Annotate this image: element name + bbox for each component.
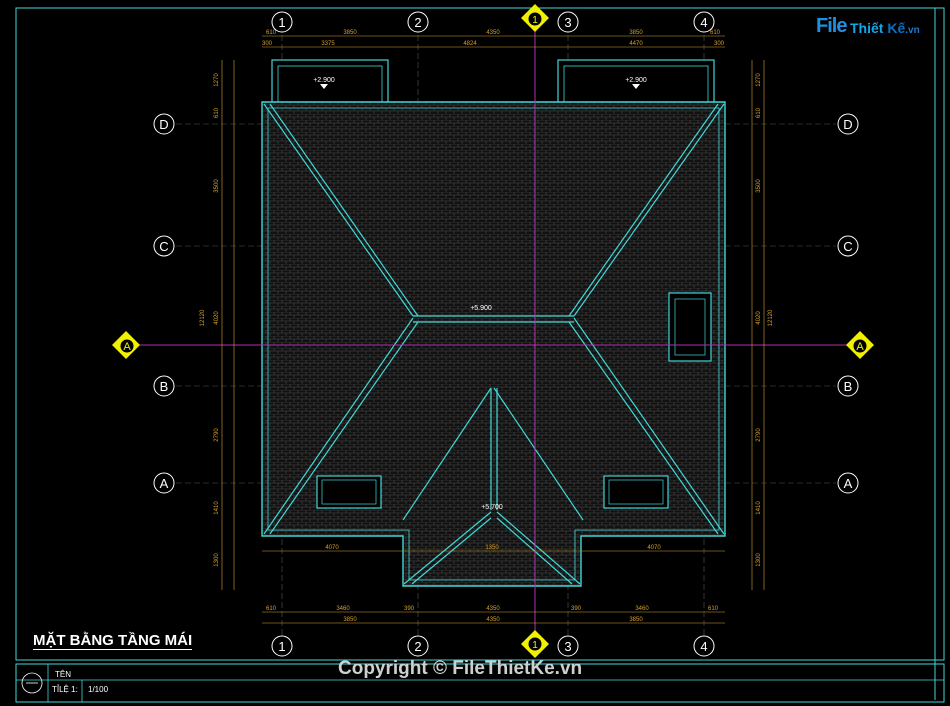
- grid-bubble-row-C: C: [153, 235, 175, 257]
- grid-bubble-col-4: 4: [693, 11, 715, 33]
- dimension-label: 1270: [214, 73, 220, 87]
- dimension-label: 610: [214, 107, 220, 118]
- copyright-watermark: Copyright © FileThietKe.vn: [338, 658, 583, 679]
- dimension-label: 3460: [635, 606, 649, 612]
- dormer-left: [316, 475, 382, 509]
- grid-bubble-col-4: 4: [693, 635, 715, 657]
- dimension-label: 4070: [325, 545, 339, 551]
- dimension-label: 3850: [343, 617, 357, 623]
- dimension-label: 610: [756, 107, 762, 118]
- section-label-left: A: [123, 341, 131, 353]
- grid-bubble-row-B: B: [837, 375, 859, 397]
- grid-bubble-col-3: 3: [557, 635, 579, 657]
- dimension-label: 3460: [336, 606, 350, 612]
- roof-outline: [261, 101, 726, 587]
- section-marker-bottom-label: 1: [532, 640, 538, 651]
- dimension-label: 4020: [214, 311, 220, 325]
- grid-bubble-row-B: B: [153, 375, 175, 397]
- elevation-ridge-main: +5.900: [470, 305, 492, 312]
- grid-bubble-col-2: 2: [407, 11, 429, 33]
- grid-bubble-col-1: 1: [271, 11, 293, 33]
- section-marker-left: A: [112, 331, 140, 359]
- dimension-label: 390: [571, 606, 582, 612]
- dimension-label: 3375: [321, 41, 335, 47]
- grid-label-row: C: [159, 239, 168, 254]
- dimension-label: 1300: [214, 553, 220, 567]
- roof-plan-drawing: 610 3850 4350 3850 610 300 3375 4824 4470 300 610 3…: [15, 4, 945, 703]
- grid-label-col: 2: [414, 15, 421, 30]
- grid-bubble-row-C: C: [837, 235, 859, 257]
- grid-bubble-row-A: A: [837, 472, 859, 494]
- logo-ke: Kế: [887, 20, 906, 36]
- dimension-label: 3850: [629, 30, 643, 36]
- grid-bubble-row-A: A: [153, 472, 175, 494]
- grid-bubble-col-3: 3: [557, 11, 579, 33]
- section-marker-right: A: [846, 331, 874, 359]
- grid-label-row: A: [844, 476, 853, 491]
- dimension-label: 1410: [214, 501, 220, 515]
- dimension-label: 610: [710, 30, 721, 36]
- dimension-label: 300: [262, 41, 273, 47]
- drawing-canvas: 610 3850 4350 3850 610 300 3375 4824 4470 300 610 3…: [0, 0, 950, 706]
- grid-label-col: 1: [278, 15, 285, 30]
- dimension-label: 1410: [756, 501, 762, 515]
- grid-label-row: C: [843, 239, 852, 254]
- dimension-label: 2790: [214, 428, 220, 442]
- title-block-scale-value: 1/100: [88, 685, 109, 694]
- dimension-label: 3850: [343, 30, 357, 36]
- dimension-label: 3850: [629, 617, 643, 623]
- grid-label-row: B: [844, 379, 853, 394]
- elevation-ridge-front: +5.700: [481, 504, 503, 511]
- grid-label-col: 4: [700, 15, 707, 30]
- section-label-right: A: [856, 341, 864, 353]
- logo-thiet: Thiết: [850, 20, 888, 36]
- dimension-label: 4070: [647, 545, 661, 551]
- section-marker-bottom: 1: [521, 630, 549, 658]
- dimension-label: 1270: [756, 73, 762, 87]
- dimension-label: 4350: [486, 606, 500, 612]
- logo-file-text: File: [816, 15, 847, 37]
- grid-bubble-col-1: 1: [271, 635, 293, 657]
- grid-bubble-col-2: 2: [407, 635, 429, 657]
- grid-label-row: D: [159, 117, 168, 132]
- grid-label-col: 3: [564, 639, 571, 654]
- section-marker-top-label: 1: [532, 15, 538, 26]
- dimension-label: 610: [266, 30, 277, 36]
- grid-label-row: B: [160, 379, 169, 394]
- dormer-right: [603, 475, 669, 509]
- title-block-name-label: TÊN: [55, 670, 71, 679]
- dimension-label: 12120: [768, 309, 774, 326]
- dimension-label: 610: [708, 606, 719, 612]
- elevation-balcony-left: +2.900: [313, 77, 335, 84]
- dimension-label: 390: [404, 606, 415, 612]
- logo-vn: .vn: [905, 25, 920, 36]
- grid-label-col: 2: [414, 639, 421, 654]
- grid-label-col: 3: [564, 15, 571, 30]
- logo-rest-text: Thiết Kế.vn: [850, 20, 920, 36]
- grid-label-col: 4: [700, 639, 707, 654]
- dimension-label: 2790: [756, 428, 762, 442]
- dimension-label: 12120: [200, 309, 206, 326]
- filethietke-logo: File Thiết Kế.vn: [810, 11, 922, 47]
- elevation-balcony-right: +2.900: [625, 77, 647, 84]
- grid-label-row: A: [160, 476, 169, 491]
- dimension-label: 4350: [486, 30, 500, 36]
- grid-bubble-row-D: D: [153, 113, 175, 135]
- title-block-scale-label: TỈLỆ 1:: [52, 685, 78, 694]
- dimension-label: 300: [714, 41, 725, 47]
- dimension-label: 610: [266, 606, 277, 612]
- dimension-label: 1350: [485, 545, 499, 551]
- grid-label-col: 1: [278, 639, 285, 654]
- grid-bubble-row-D: D: [837, 113, 859, 135]
- dimension-label: 4824: [463, 41, 477, 47]
- dimension-label: 3500: [214, 179, 220, 193]
- grid-label-row: D: [843, 117, 852, 132]
- drawing-title: MẶT BẰNG TẦNG MÁI: [33, 632, 193, 650]
- dimension-label: 3500: [756, 179, 762, 193]
- dimension-label: 4350: [486, 617, 500, 623]
- dimension-label: 1300: [756, 553, 762, 567]
- dimension-label: 4020: [756, 311, 762, 325]
- dimension-label: 4470: [629, 41, 643, 47]
